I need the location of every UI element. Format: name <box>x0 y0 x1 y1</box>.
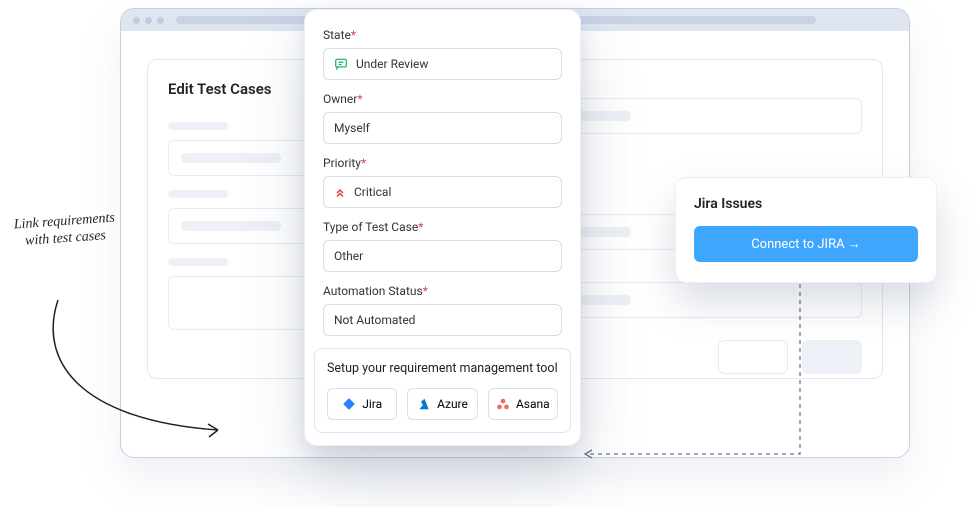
setup-requirement-tool: Setup your requirement management tool J… <box>314 348 571 433</box>
automation-value: Not Automated <box>334 313 415 327</box>
type-value: Other <box>334 249 363 263</box>
annotation-text: Link requirements with test cases <box>9 210 121 251</box>
tool-jira[interactable]: Jira <box>327 388 397 420</box>
connect-to-jira-button[interactable]: Connect to JIRA → <box>694 226 918 262</box>
azure-icon <box>417 397 431 411</box>
priority-field[interactable]: Critical <box>323 176 562 208</box>
tool-azure[interactable]: Azure <box>407 388 477 420</box>
jira-issues-popover: Jira Issues Connect to JIRA → <box>676 178 936 282</box>
owner-label: Owner* <box>323 92 562 106</box>
setup-label: Setup your requirement management tool <box>327 361 558 376</box>
test-case-form: State* Under Review Owner* Myself Priori… <box>305 10 580 445</box>
message-icon <box>334 57 348 71</box>
priority-value: Critical <box>354 185 391 199</box>
state-label: State* <box>323 28 562 42</box>
jira-icon <box>342 397 356 411</box>
window-controls <box>133 17 164 24</box>
owner-field[interactable]: Myself <box>323 112 562 144</box>
type-label: Type of Test Case* <box>323 220 562 234</box>
type-field[interactable]: Other <box>323 240 562 272</box>
asana-icon <box>496 397 510 411</box>
tool-asana[interactable]: Asana <box>488 388 558 420</box>
jira-popover-title: Jira Issues <box>694 196 918 212</box>
owner-value: Myself <box>334 121 370 135</box>
priority-label: Priority* <box>323 156 562 170</box>
priority-critical-icon <box>334 186 346 198</box>
automation-field[interactable]: Not Automated <box>323 304 562 336</box>
state-field[interactable]: Under Review <box>323 48 562 80</box>
automation-label: Automation Status* <box>323 284 562 298</box>
state-value: Under Review <box>356 57 428 71</box>
